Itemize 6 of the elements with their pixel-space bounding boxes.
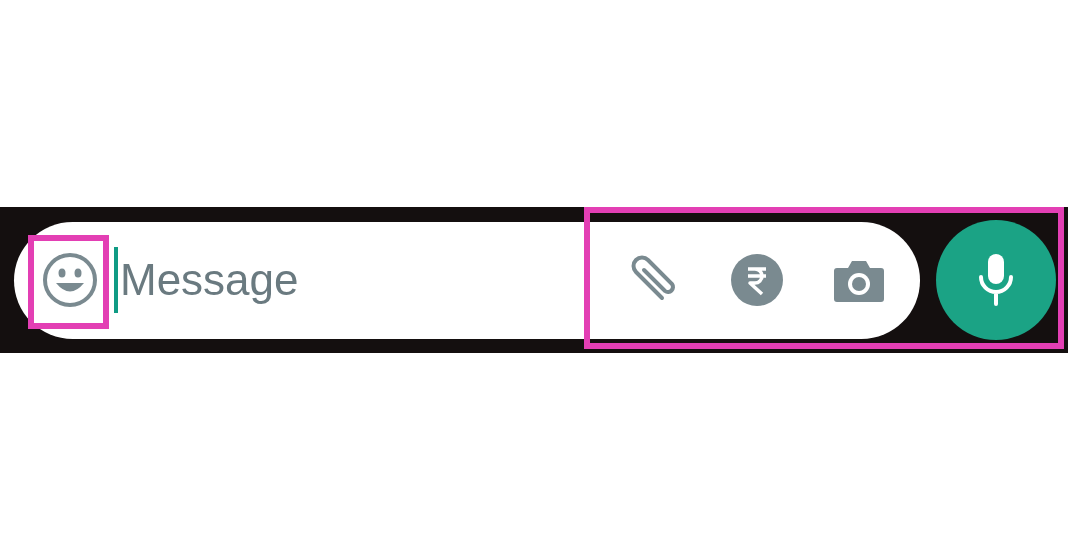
emoji-button[interactable] [42, 252, 98, 308]
message-field[interactable]: Message [118, 250, 378, 310]
microphone-icon [976, 252, 1016, 308]
payment-button[interactable] [730, 253, 784, 307]
rupee-icon [730, 253, 784, 307]
smiley-icon [42, 252, 98, 308]
